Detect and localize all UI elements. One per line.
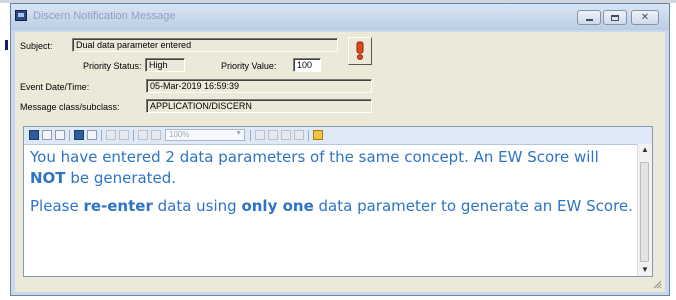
toolbar-separator [69,130,70,141]
print-icon[interactable] [55,130,65,140]
save-icon[interactable] [29,130,39,140]
background-window-mark [5,40,8,50]
event-datetime-field[interactable]: 05-Mar-2019 16:59:39 [146,79,372,93]
event-datetime-label: Event Date/Time: [20,82,90,92]
message-text: You have entered 2 data parameters of th… [30,147,638,275]
message-text-span: data using [152,197,242,215]
message-bold-reenter: re-enter [83,197,153,215]
back-icon[interactable] [255,130,265,140]
priority-value-field[interactable]: 100 [293,58,321,72]
refresh-icon[interactable] [281,130,291,140]
message-paragraph-2: Please re-enter data using only one data… [30,196,638,217]
message-class-field[interactable]: APPLICATION/DISCERN [146,99,372,113]
subject-label: Subject: [20,41,53,51]
app-icon [15,10,27,21]
chevron-down-icon: ▼ [235,130,242,137]
toolbar-separator [133,130,134,141]
dialog-body: Subject: Dual data parameter entered Pri… [15,32,665,292]
priority-high-icon [356,41,364,60]
scroll-up-arrow-icon[interactable]: ▲ [638,144,652,156]
maximize-button[interactable] [603,10,627,25]
message-bold-not: NOT [30,169,66,187]
priority-value-label: Priority Value: [221,61,277,71]
message-text-span: data parameter to generate an EW Score. [313,197,633,215]
message-text-span: You have entered 2 data parameters of th… [30,148,599,166]
priority-status-field[interactable]: High [145,58,185,72]
message-text-span: Please [30,197,84,215]
toolbar-separator [250,130,251,141]
minimize-icon [585,18,593,21]
message-viewer: 100% ▼ You have entered 2 data parameter… [23,126,653,277]
scroll-thumb[interactable] [640,162,649,262]
notification-window: Discern Notification Message ✕ Subject: … [10,3,670,296]
export-icon[interactable] [87,130,97,140]
scroll-down-arrow-icon[interactable]: ▼ [638,264,652,276]
vertical-scrollbar[interactable]: ▲ ▼ [637,144,652,276]
title-bar[interactable]: Discern Notification Message ✕ [11,4,669,30]
forward-icon[interactable] [268,130,278,140]
message-text-span: be generated. [65,169,177,187]
close-icon: ✕ [640,11,650,23]
close-button[interactable]: ✕ [631,10,659,25]
priority-status-label: Priority Status: [83,61,142,71]
zoom-select[interactable]: 100% ▼ [165,129,245,141]
find-icon[interactable] [74,130,84,140]
window-title: Discern Notification Message [33,10,176,22]
message-paragraph-1: You have entered 2 data parameters of th… [30,147,638,189]
priority-indicator [348,37,372,65]
zoom-in-icon[interactable] [138,130,148,140]
subject-field[interactable]: Dual data parameter entered [72,38,338,52]
toolbar-separator [101,130,102,141]
print-preview-icon[interactable] [42,130,52,140]
zoom-value: 100% [169,130,190,139]
message-bold-only-one: only one [241,197,314,215]
resize-grip-icon[interactable] [653,280,662,289]
minimize-button[interactable] [577,10,601,25]
zoom-out-icon[interactable] [151,130,161,140]
home-icon[interactable] [294,130,304,140]
first-page-icon[interactable] [106,130,116,140]
previous-page-icon[interactable] [119,130,129,140]
message-class-label: Message class/subclass: [20,102,120,112]
toolbar-separator [308,130,309,141]
exit-icon[interactable] [313,130,323,140]
maximize-icon [611,14,619,21]
viewer-toolbar: 100% ▼ [24,127,652,145]
